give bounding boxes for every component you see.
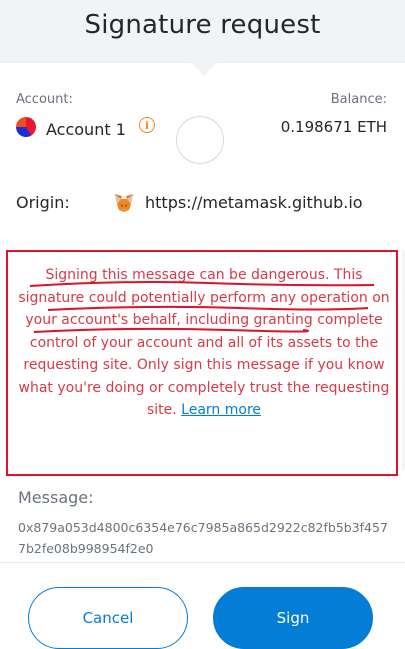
info-icon[interactable]: i [139, 117, 155, 133]
warning-text: Signing this message can be dangerous. T… [18, 264, 390, 422]
header-notch [191, 62, 217, 76]
origin-label: Origin: [16, 193, 70, 212]
account-balance: 0.198671 ETH [280, 118, 387, 136]
origin-url: https://metamask.github.io [145, 193, 363, 212]
account-avatar [16, 117, 36, 137]
account-label: Account: [16, 92, 73, 107]
message-value: 0x879a053d4800c6354e76c7985a865d2922c82f… [18, 520, 388, 556]
account-name: Account 1 [46, 120, 126, 139]
learn-more-link[interactable]: Learn more [181, 402, 261, 418]
metamask-fox-icon [114, 194, 134, 212]
footer-divider [0, 562, 405, 563]
page-title: Signature request [84, 10, 321, 40]
warning-box: Signing this message can be dangerous. T… [6, 250, 398, 476]
balance-label: Balance: [330, 92, 387, 107]
message-label: Message: [18, 488, 94, 507]
header: Signature request [0, 0, 405, 76]
warning-message: Signing this message can be dangerous. T… [18, 267, 390, 418]
avatar [176, 116, 224, 164]
